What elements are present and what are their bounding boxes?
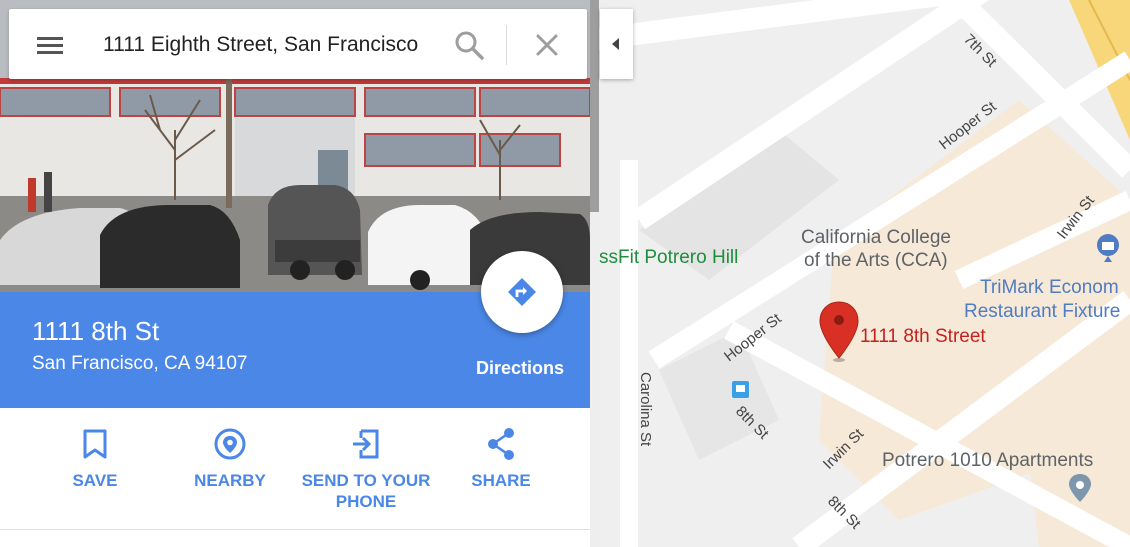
nearby-button[interactable]: NEARBY	[160, 426, 300, 491]
map-canvas[interactable]: 7th St Hooper St Irwin St Hooper St Caro…	[599, 0, 1130, 547]
place-label-crossfit[interactable]: ssFit Potrero Hill	[599, 247, 738, 268]
share-button[interactable]: SHARE	[431, 426, 571, 491]
bus-stop-icon[interactable]	[732, 381, 749, 398]
bookmark-icon	[83, 429, 107, 459]
place-label-cca-line1[interactable]: California College	[801, 227, 951, 248]
place-label-cca-line2[interactable]: of the Arts (CCA)	[804, 250, 948, 271]
search-box	[9, 9, 587, 79]
pin-label[interactable]: 1111 8th Street	[860, 326, 986, 347]
turn-right-arrow-icon	[508, 278, 536, 306]
caret-left-icon	[612, 38, 619, 50]
panel-scrollbar[interactable]	[590, 0, 599, 547]
send-to-phone-button[interactable]: SEND TO YOUR PHONE	[296, 426, 436, 512]
directions-button[interactable]	[481, 251, 563, 333]
place-label-trimark-line2[interactable]: Restaurant Fixture	[964, 301, 1120, 322]
action-bar: SAVE NEARBY SEND TO YOUR PHONE SHARE	[0, 408, 590, 530]
scrollbar-thumb[interactable]	[590, 0, 599, 212]
place-panel: 1111 8th St San Francisco, CA 94107 Dire…	[0, 0, 590, 547]
place-address: San Francisco, CA 94107	[32, 353, 248, 374]
hamburger-menu-icon[interactable]	[31, 31, 69, 59]
send-to-phone-label: SEND TO YOUR PHONE	[301, 471, 431, 511]
search-divider	[506, 25, 507, 65]
collapse-panel-button[interactable]	[600, 9, 633, 79]
directions-label[interactable]: Directions	[476, 358, 564, 379]
location-target-icon	[214, 428, 246, 460]
share-icon	[488, 428, 514, 460]
nearby-label: NEARBY	[194, 471, 266, 490]
search-input[interactable]	[103, 27, 443, 63]
send-to-phone-icon	[353, 429, 379, 459]
share-label: SHARE	[471, 471, 531, 490]
save-label: SAVE	[72, 471, 118, 490]
place-label-potrero-1010[interactable]: Potrero 1010 Apartments	[882, 450, 1093, 471]
place-label-trimark-line1[interactable]: TriMark Econom	[980, 277, 1119, 298]
street-label-carolina-st: Carolina St	[637, 372, 654, 447]
save-button[interactable]: SAVE	[25, 426, 165, 491]
place-title: 1111 8th St	[32, 316, 160, 346]
close-icon[interactable]	[529, 27, 565, 63]
magnifier-icon[interactable]	[451, 27, 487, 63]
